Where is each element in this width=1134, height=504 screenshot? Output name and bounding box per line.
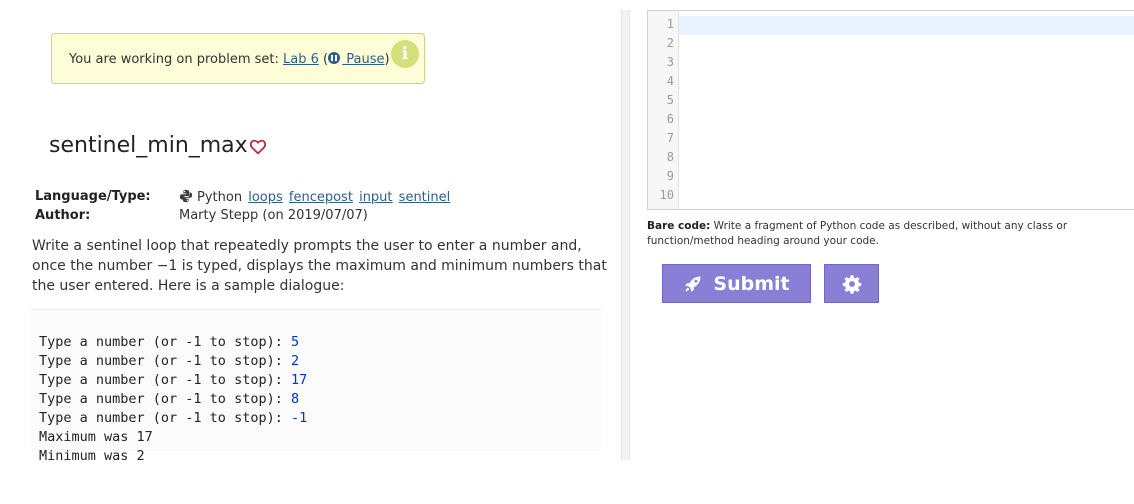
bare-code-label: Bare code: [647, 220, 711, 232]
problem-title: sentinel_min_max [49, 133, 248, 158]
language-label: Language/Type: [35, 189, 151, 204]
user-input: 2 [290, 353, 300, 369]
user-input: 5 [290, 334, 300, 350]
dialogue-line: Type a number (or -1 to stop): 5 [39, 334, 300, 350]
favorite-heart-icon[interactable] [249, 138, 267, 156]
user-input: 8 [290, 391, 300, 407]
language-type-value: Python loops fencepost input sentinel [179, 189, 450, 205]
line-number: 7 [666, 131, 674, 145]
code-editor[interactable]: 1 2 3 4 5 6 7 8 9 10 [647, 10, 1134, 210]
tag-link-input[interactable]: input [359, 190, 392, 205]
line-number: 9 [666, 169, 674, 183]
line-number: 10 [659, 188, 674, 202]
problem-description: Write a sentinel loop that repeatedly pr… [32, 238, 607, 294]
rocket-icon [685, 276, 701, 292]
submit-button[interactable]: Submit [662, 264, 811, 303]
tag-link-fencepost[interactable]: fencepost [289, 190, 353, 205]
dialogue-line: Type a number (or -1 to stop): 17 [39, 372, 308, 388]
author-label: Author: [35, 208, 91, 223]
dialogue-line: Type a number (or -1 to stop): -1 [39, 410, 308, 426]
tag-link-loops[interactable]: loops [248, 190, 283, 205]
line-number: 3 [666, 55, 674, 69]
line-number: 8 [666, 150, 674, 164]
bare-code-text: Write a fragment of Python code as descr… [647, 220, 1068, 247]
banner-prefix: You are working on problem set: [69, 52, 284, 67]
dialogue-line: Type a number (or -1 to stop): 8 [39, 391, 300, 407]
submit-label: Submit [713, 272, 790, 295]
pause-label: Pause [342, 52, 385, 67]
python-icon [179, 189, 193, 203]
line-number: 1 [666, 17, 674, 31]
line-number: 5 [666, 93, 674, 107]
bare-code-note: Bare code: Write a fragment of Python co… [647, 219, 1134, 249]
active-line-highlight [679, 16, 1134, 35]
pause-link[interactable]: Pause [328, 52, 385, 67]
banner-close-paren: ) [384, 52, 390, 67]
info-icon[interactable]: i [391, 40, 419, 68]
line-number: 4 [666, 74, 674, 88]
line-number: 6 [666, 112, 674, 126]
user-input: 17 [290, 372, 308, 388]
user-input: -1 [290, 410, 308, 426]
gear-icon [842, 274, 861, 294]
line-number: 2 [666, 36, 674, 50]
dialogue-line: Minimum was 2 [39, 448, 145, 464]
settings-button[interactable] [824, 264, 879, 303]
panel-resize-handle[interactable] [621, 10, 630, 460]
problem-set-banner: You are working on problem set: Lab 6 ( … [51, 33, 425, 84]
problem-set-link[interactable]: Lab 6 [283, 52, 319, 67]
dialogue-line: Type a number (or -1 to stop): 2 [39, 353, 300, 369]
tag-link-sentinel[interactable]: sentinel [399, 190, 451, 205]
banner-open-paren: ( [318, 52, 329, 67]
sample-dialogue: Type a number (or -1 to stop): 5 Type a n… [31, 309, 601, 464]
author-value: Marty Stepp (on 2019/07/07) [179, 208, 368, 223]
language-name: Python [197, 190, 243, 205]
dialogue-line: Maximum was 17 [39, 429, 153, 445]
line-number-gutter: 1 2 3 4 5 6 7 8 9 10 [648, 11, 679, 209]
pause-icon [328, 52, 341, 64]
